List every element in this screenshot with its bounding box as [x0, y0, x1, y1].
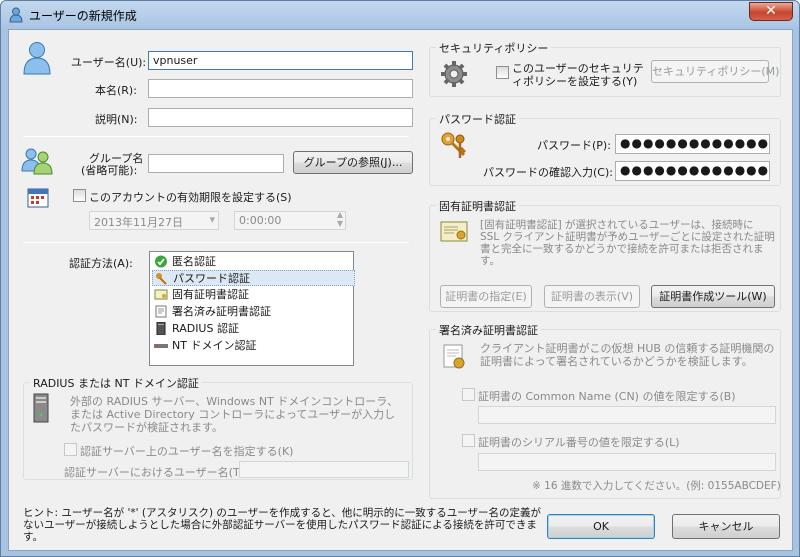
password-input[interactable]: ●●●●●●●●●●●●●●: [615, 134, 770, 154]
cancel-button[interactable]: キャンセル: [672, 514, 780, 539]
auth-item-label: NT ドメイン認証: [172, 339, 257, 352]
group-browse-button[interactable]: グループの参照(J)...: [293, 151, 413, 174]
auth-item-password[interactable]: パスワード認証: [152, 270, 355, 286]
security-policy-title: セキュリティポリシー: [436, 40, 552, 56]
expire-date-value: 2013年11月27日: [94, 216, 183, 229]
keys-icon: [441, 132, 467, 158]
serial-checkbox[interactable]: [462, 434, 475, 447]
auth-item-radius[interactable]: RADIUS 認証: [152, 321, 355, 337]
dialog-window: ユーザーの新規作成 ✕ ユーザー名(U): vpnuser 本名(R): 説明(…: [0, 0, 800, 557]
cn-input[interactable]: [478, 406, 776, 424]
expire-checkbox-label: このアカウントの有効期限を設定する(S): [89, 191, 292, 204]
expire-checkbox[interactable]: [73, 189, 86, 202]
security-policy-checkbox[interactable]: [496, 66, 509, 79]
cn-checkbox-label: 証明書の Common Name (CN) の値を限定する(B): [478, 390, 736, 403]
spinner-icon[interactable]: ▲ ▼: [337, 210, 343, 228]
dialog-body: ユーザー名(U): vpnuser 本名(R): 説明(N): グループ名 (省…: [8, 29, 793, 551]
signed-certificate-icon: [155, 305, 167, 318]
cert-group: 固有証明書認証 [固有証明書認証] が選択されているユーザーは、接続時に SSL…: [429, 198, 781, 312]
note-input[interactable]: [148, 108, 413, 127]
radius-group-title: RADIUS または NT ドメイン認証: [30, 375, 202, 391]
keys-icon: [156, 273, 167, 285]
separator: [23, 136, 409, 137]
auth-item-label: 署名済み証明書認証: [172, 305, 271, 318]
close-button[interactable]: ✕: [749, 2, 793, 21]
window-title: ユーザーの新規作成: [29, 9, 137, 23]
auth-method-list[interactable]: 匿名認証 パスワード認証 固有証明書認証 署名済み証明書認証 RADIUS 認証…: [149, 251, 355, 366]
cert-group-title: 固有証明書認証: [436, 198, 519, 214]
serial-checkbox-label: 証明書のシリアル番号の値を限定する(L): [478, 436, 680, 449]
security-policy-button[interactable]: セキュリティポリシー(M): [651, 60, 779, 83]
radius-group: RADIUS または NT ドメイン認証 外部の RADIUS サーバー、Win…: [23, 375, 413, 480]
auth-item-anonymous[interactable]: 匿名認証: [152, 254, 355, 270]
serial-input[interactable]: [478, 453, 776, 471]
auth-item-label: 匿名認証: [172, 255, 216, 268]
certificate-icon: [440, 221, 468, 242]
group-icon: [21, 148, 53, 175]
radius-username-checkbox[interactable]: [64, 443, 77, 456]
serial-note: ※ 16 進数で入力してください。(例: 0155ABCDEF): [532, 480, 781, 492]
realname-label: 本名(R):: [95, 84, 137, 97]
gear-icon: [441, 61, 467, 87]
expire-date-picker[interactable]: 2013年11月27日 ▾: [89, 211, 219, 230]
signed-cert-group-title: 署名済み証明書認証: [436, 322, 541, 338]
username-input[interactable]: vpnuser: [148, 51, 413, 70]
expire-time-input[interactable]: 0:00:00 ▲ ▼: [234, 210, 346, 230]
cn-checkbox[interactable]: [462, 388, 475, 401]
separator: [23, 242, 409, 243]
user-large-icon: [23, 42, 51, 75]
server-icon: [156, 322, 166, 335]
cert-specify-button[interactable]: 証明書の指定(E): [440, 285, 532, 308]
password-group-title: パスワード認証: [436, 111, 519, 127]
password-group: パスワード認証 パスワード(P): ●●●●●●●●●●●●●● パスワードの確…: [429, 111, 781, 186]
password-confirm-label: パスワードの確認入力(C):: [483, 166, 613, 179]
ok-button[interactable]: OK: [547, 514, 655, 539]
auth-item-nt-domain[interactable]: NT ドメイン認証: [152, 338, 355, 354]
cert-tool-button[interactable]: 証明書作成ツール(W): [651, 285, 775, 308]
auth-item-cert[interactable]: 固有証明書認証: [152, 287, 355, 303]
signed-cert-description: クライアント証明書がこの仮想 HUB の信頼する証明機関の証明書によって署名され…: [480, 342, 775, 368]
title-bar[interactable]: ユーザーの新規作成 ✕: [1, 1, 799, 29]
hint-text: ヒント: ユーザー名が '*' (アスタリスク) のユーザーを作成すると、他に明…: [23, 507, 542, 543]
certificate-icon: [154, 289, 168, 300]
chevron-down-icon: ▾: [209, 213, 215, 226]
calendar-icon: [27, 188, 49, 208]
security-policy-group: セキュリティポリシー このユーザーのセキュリティポリシーを設定する(Y) セキュ…: [429, 40, 781, 97]
auth-item-label: RADIUS 認証: [172, 322, 239, 335]
group-input[interactable]: [148, 154, 284, 173]
radius-username-checkbox-label: 認証サーバー上のユーザー名を指定する(K): [80, 445, 294, 458]
auth-item-label: パスワード認証: [173, 272, 250, 285]
auth-item-label: 固有証明書認証: [172, 288, 249, 301]
user-icon: [9, 7, 23, 23]
username-label: ユーザー名(U):: [71, 56, 147, 69]
radius-description: 外部の RADIUS サーバー、Windows NT ドメインコントローラ、また…: [70, 395, 399, 434]
auth-item-signed-cert[interactable]: 署名済み証明書認証: [152, 304, 355, 320]
realname-input[interactable]: [148, 79, 413, 98]
signed-cert-group: 署名済み証明書認証 クライアント証明書がこの仮想 HUB の信頼する証明機関の証…: [429, 322, 781, 499]
group-label-optional: (省略可能):: [81, 164, 138, 177]
check-circle-icon: [155, 255, 167, 268]
cert-description: [固有証明書認証] が選択されているユーザーは、接続時に SSL クライアント証…: [480, 219, 775, 267]
auth-method-label: 認証方法(A):: [69, 257, 133, 270]
radius-username-input[interactable]: [239, 461, 409, 478]
password-confirm-input[interactable]: ●●●●●●●●●●●●●●: [615, 161, 770, 181]
signed-certificate-icon: [443, 344, 465, 369]
security-policy-checkbox-label: このユーザーのセキュリティポリシーを設定する(Y): [512, 62, 644, 88]
password-label: パスワード(P):: [537, 139, 611, 152]
domain-icon: [154, 344, 168, 348]
radius-username-label: 認証サーバーにおけるユーザー名(T):: [64, 466, 248, 479]
server-tower-icon: [33, 393, 49, 423]
cert-show-button[interactable]: 証明書の表示(V): [544, 285, 640, 308]
note-label: 説明(N):: [95, 113, 138, 126]
expire-time-value: 0:00:00: [239, 214, 282, 227]
